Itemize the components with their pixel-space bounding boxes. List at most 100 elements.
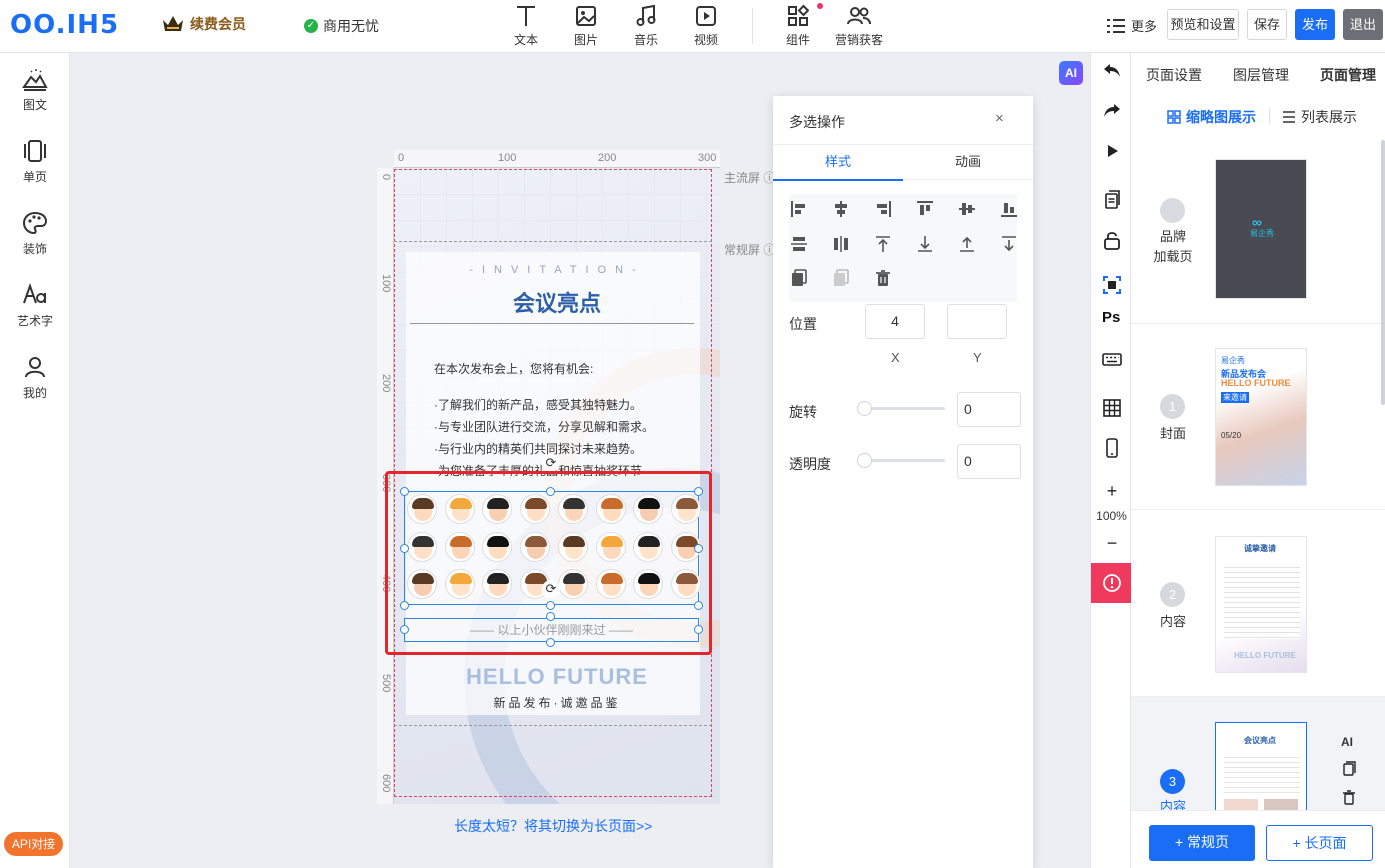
crown-icon xyxy=(163,16,183,31)
page-thumbnail[interactable]: 诚挚邀请 HELLO FUTURE xyxy=(1215,536,1307,673)
align-right-icon[interactable] xyxy=(873,199,893,219)
scan-icon[interactable] xyxy=(1102,275,1122,295)
vip-renew[interactable]: 续费会员 xyxy=(162,14,246,34)
view-list[interactable]: 列表展示 xyxy=(1282,107,1357,127)
sidebar-item-art-text[interactable]: 艺术字 xyxy=(0,283,70,329)
view-divider xyxy=(1269,109,1270,123)
thumb-text: HELLO FUTURE xyxy=(1234,651,1296,660)
paste-icon[interactable] xyxy=(831,268,851,288)
move-up-icon[interactable] xyxy=(957,234,977,254)
redo-icon[interactable] xyxy=(1102,101,1122,121)
ruler-tick: 100 xyxy=(498,152,517,164)
thumb-text: 易企秀 xyxy=(1221,356,1245,365)
warning-button[interactable] xyxy=(1091,563,1132,603)
page-thumbnail[interactable]: 易企秀 新品发布会 HELLO FUTURE 来邀请 05/20 xyxy=(1215,348,1307,486)
keyboard-icon[interactable] xyxy=(1102,349,1122,369)
preview-button[interactable]: 预览和设置 xyxy=(1167,9,1239,40)
grid-icon[interactable] xyxy=(1102,398,1122,418)
copy-icon[interactable] xyxy=(789,268,809,288)
grid-view-icon xyxy=(1167,110,1181,124)
page-list-scrollbar[interactable] xyxy=(1381,140,1385,405)
opacity-input[interactable]: 0 xyxy=(957,444,1021,479)
save-button[interactable]: 保存 xyxy=(1247,9,1287,40)
more-menu[interactable]: 更多 xyxy=(1107,16,1157,35)
sidebar-label: 装饰 xyxy=(22,242,47,256)
slider-knob[interactable] xyxy=(857,453,872,468)
sidebar-label: 我的 xyxy=(22,386,47,400)
normal-screen-label: 常规屏 ⓘ xyxy=(724,243,776,257)
sidebar-item-single-page[interactable]: 单页 xyxy=(0,139,70,185)
rotate-handle-icon[interactable]: ⟳ xyxy=(542,454,560,472)
tab-layer-management[interactable]: 图层管理 xyxy=(1233,65,1289,85)
view-thumbnail-label: 缩略图展示 xyxy=(1186,109,1256,125)
page-name: 封面 xyxy=(1159,426,1186,441)
sidebar-label: 艺术字 xyxy=(16,314,53,328)
add-long-page-button[interactable]: + 长页面 xyxy=(1266,825,1373,861)
tool-music[interactable]: 音乐 xyxy=(616,4,676,48)
tab-page-settings[interactable]: 页面设置 xyxy=(1146,65,1202,85)
ai-page-icon[interactable]: AI xyxy=(1341,735,1353,749)
mobile-icon[interactable] xyxy=(1102,438,1122,458)
publish-button[interactable]: 发布 xyxy=(1295,9,1335,40)
tab-animation[interactable]: 动画 xyxy=(903,145,1033,179)
page-item-content-2[interactable]: 2 内容 诚挚邀请 HELLO FUTURE xyxy=(1131,510,1385,697)
photoshop-icon[interactable]: Ps xyxy=(1102,309,1122,329)
delete-page-icon[interactable] xyxy=(1341,789,1357,805)
add-normal-page-button[interactable]: + 常规页 xyxy=(1149,825,1255,861)
rotate-slider[interactable] xyxy=(857,401,945,416)
move-top-icon[interactable] xyxy=(873,234,893,254)
page-icon xyxy=(24,140,46,162)
move-down-icon[interactable] xyxy=(999,234,1019,254)
copy-page-icon[interactable] xyxy=(1102,190,1122,210)
page-item-brand[interactable]: 品牌 加载页 ∞ 易企秀 xyxy=(1131,141,1385,324)
position-y-input[interactable] xyxy=(947,304,1007,339)
rotate-input[interactable]: 0 xyxy=(957,392,1021,427)
tab-page-management[interactable]: 页面管理 xyxy=(1320,65,1376,85)
tool-components[interactable]: 组件 xyxy=(768,4,828,48)
sidebar-item-graphic[interactable]: 图文 xyxy=(0,67,70,113)
align-middle-icon[interactable] xyxy=(957,199,977,219)
zoom-in-icon[interactable]: + xyxy=(1102,481,1122,501)
align-left-icon[interactable] xyxy=(789,199,809,219)
font-icon xyxy=(23,283,46,304)
slider-knob[interactable] xyxy=(857,401,872,416)
undo-icon[interactable] xyxy=(1102,61,1122,81)
position-x-input[interactable]: 4 xyxy=(865,304,925,339)
page-thumbnail[interactable]: ∞ 易企秀 xyxy=(1215,159,1307,299)
tool-label: 图片 xyxy=(573,33,598,47)
zoom-level: 100% xyxy=(1096,509,1127,523)
distribute-h-icon[interactable] xyxy=(831,234,851,254)
copy-page-icon[interactable] xyxy=(1341,761,1357,777)
tool-video[interactable]: 视频 xyxy=(676,4,736,48)
align-bottom-icon[interactable] xyxy=(999,199,1019,219)
play-icon[interactable] xyxy=(1102,141,1122,161)
page-management-panel: 页面设置 图层管理 页面管理 缩略图展示 列表展示 品牌 加载页 ∞ 易企秀 1… xyxy=(1131,53,1385,868)
distribute-v-icon[interactable] xyxy=(789,234,809,254)
move-bottom-icon[interactable] xyxy=(915,234,935,254)
thumb-text: 会议亮点 xyxy=(1244,736,1276,745)
tool-marketing[interactable]: 营销获客 xyxy=(829,4,889,48)
sidebar-item-decoration[interactable]: 装饰 xyxy=(0,211,70,257)
view-thumbnail[interactable]: 缩略图展示 xyxy=(1167,107,1256,127)
switch-long-page-link[interactable]: 长度太短？将其切换为长页面>> xyxy=(454,816,652,836)
opacity-slider[interactable] xyxy=(857,453,945,468)
align-center-h-icon[interactable] xyxy=(831,199,851,219)
page-item-cover[interactable]: 1 封面 易企秀 新品发布会 HELLO FUTURE 来邀请 05/20 xyxy=(1131,324,1385,510)
zoom-out-icon[interactable]: − xyxy=(1102,533,1122,553)
tool-text[interactable]: 文本 xyxy=(496,4,556,48)
close-icon[interactable]: × xyxy=(995,110,1004,127)
tool-label: 组件 xyxy=(785,33,810,47)
unlock-icon[interactable] xyxy=(1102,230,1122,250)
exit-button[interactable]: 退出 xyxy=(1343,9,1383,40)
commercial-badge[interactable]: ✓ 商用无忧 xyxy=(304,16,379,36)
app-logo[interactable]: OO.IH5 xyxy=(10,10,119,40)
thumb-body xyxy=(1224,753,1300,793)
ai-button[interactable]: AI xyxy=(1059,61,1083,85)
tool-image[interactable]: 图片 xyxy=(556,4,616,48)
tab-style[interactable]: 样式 xyxy=(773,145,903,181)
api-button[interactable]: API对接 xyxy=(4,832,63,856)
trash-icon[interactable] xyxy=(873,268,893,288)
align-top-icon[interactable] xyxy=(915,199,935,219)
thumb-text: 易企秀 xyxy=(1250,229,1274,238)
sidebar-item-mine[interactable]: 我的 xyxy=(0,355,70,401)
